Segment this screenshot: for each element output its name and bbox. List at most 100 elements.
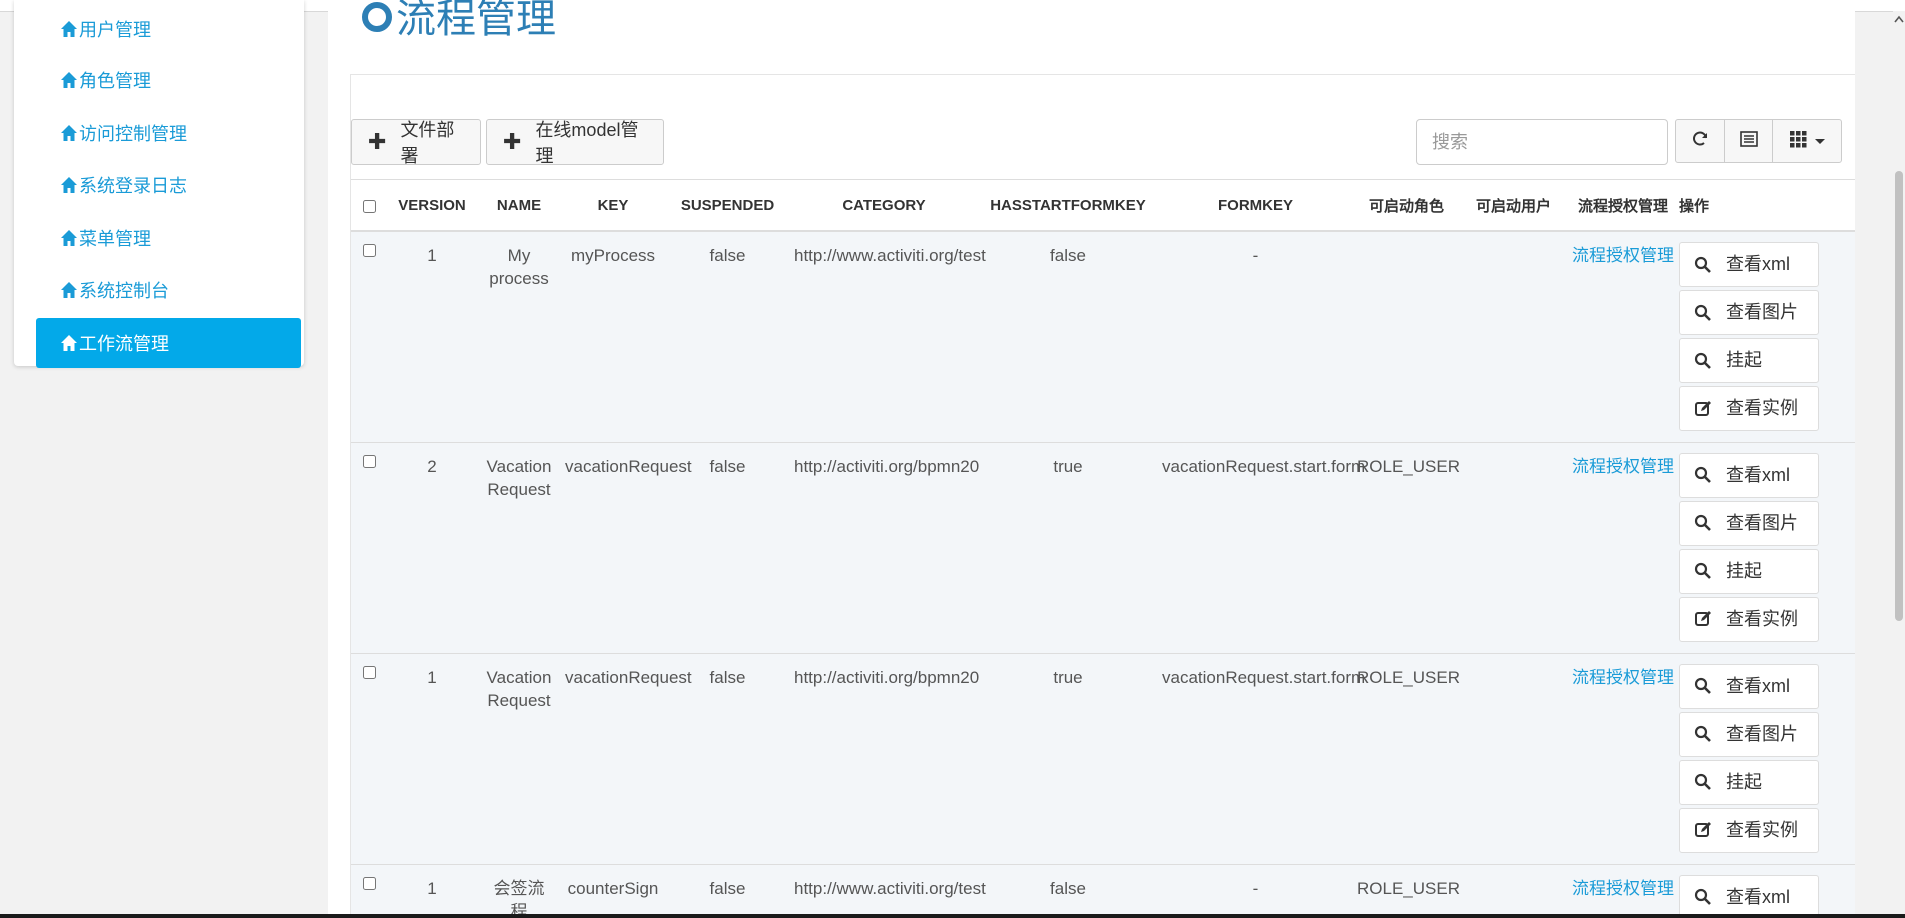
- home-icon: [60, 229, 78, 247]
- column-header-version[interactable]: VERSION: [387, 180, 477, 232]
- table-row: 1 会签流程 counterSign false http://www.acti…: [351, 863, 1855, 918]
- sidebar-item-access-control[interactable]: 访问控制管理: [36, 108, 301, 158]
- plus-icon: ✚: [503, 129, 522, 154]
- row-checkbox[interactable]: [362, 665, 376, 679]
- select-all-header: [351, 180, 387, 232]
- sidebar-item-label: 用户管理: [79, 20, 151, 40]
- cell-ops: 查看xml 查看图片 挂起 查看实例: [1679, 441, 1855, 653]
- view-diagram-button[interactable]: 查看图片: [1679, 500, 1819, 546]
- columns-dropdown-button[interactable]: [1772, 119, 1842, 163]
- home-icon: [60, 20, 78, 38]
- grid-icon: [1789, 130, 1807, 153]
- refresh-icon: [1691, 130, 1709, 153]
- refresh-circle-icon: [360, 0, 394, 44]
- suspend-button[interactable]: 挂起: [1679, 548, 1819, 594]
- column-header-start-roles[interactable]: 可启动角色: [1353, 180, 1460, 232]
- column-header-formkey[interactable]: FORMKEY: [1158, 180, 1353, 232]
- row-checkbox[interactable]: [362, 454, 376, 468]
- search-icon: [1694, 352, 1711, 369]
- column-header-key[interactable]: KEY: [561, 180, 665, 232]
- file-deploy-button[interactable]: ✚ 文件部署: [351, 119, 481, 166]
- cell-formkey: vacationRequest.start.form: [1158, 652, 1365, 864]
- cell-key: vacationRequest: [561, 652, 692, 864]
- table-header-row: VERSION NAME KEY SUSPENDED CATEGORY HASS…: [351, 180, 1855, 232]
- online-model-button[interactable]: ✚ 在线model管理: [486, 119, 664, 166]
- cell-start-users: [1460, 652, 1567, 864]
- select-all-checkbox[interactable]: [362, 199, 376, 213]
- cell-formkey: vacationRequest.start.form: [1158, 441, 1365, 653]
- auth-link[interactable]: 流程授权管理: [1567, 230, 1679, 442]
- view-diagram-button[interactable]: 查看图片: [1679, 290, 1819, 335]
- plus-icon: ✚: [368, 129, 387, 154]
- row-checkbox[interactable]: [362, 876, 376, 890]
- sidebar-item-workflow-management[interactable]: 工作流管理: [36, 318, 301, 368]
- cell-version: 1: [387, 230, 477, 442]
- sidebar-item-user-management[interactable]: 用户管理: [36, 4, 301, 54]
- caret-down-icon: [1815, 132, 1825, 150]
- sidebar-item-label: 角色管理: [79, 71, 151, 91]
- cell-category: http://activiti.org/bpmn20: [790, 652, 979, 864]
- sidebar-item-label: 系统登录日志: [79, 176, 187, 196]
- auth-link[interactable]: 流程授权管理: [1567, 652, 1679, 864]
- column-header-auth[interactable]: 流程授权管理: [1567, 180, 1679, 232]
- auth-link[interactable]: 流程授权管理: [1567, 863, 1679, 918]
- cell-category: http://www.activiti.org/test: [790, 863, 986, 918]
- home-icon: [60, 176, 78, 194]
- cell-formkey: -: [1158, 863, 1353, 918]
- search-icon: [1694, 888, 1711, 905]
- cell-start-roles: ROLE_USER: [1353, 441, 1460, 653]
- cell-hasstartformkey: true: [978, 441, 1158, 653]
- suspend-button[interactable]: 挂起: [1679, 759, 1819, 805]
- column-header-category[interactable]: CATEGORY: [790, 180, 978, 232]
- scroll-up-arrow-icon[interactable]: [1894, 12, 1904, 24]
- process-table: VERSION NAME KEY SUSPENDED CATEGORY HASS…: [351, 180, 1855, 918]
- sidebar-item-role-management[interactable]: 角色管理: [36, 55, 301, 105]
- view-xml-button[interactable]: 查看xml: [1679, 242, 1819, 287]
- view-xml-button[interactable]: 查看xml: [1679, 663, 1819, 709]
- cell-start-roles: [1353, 230, 1460, 442]
- sidebar: 用户管理 角色管理 访问控制管理 系统登录日志 菜单管理 系统控制台 工作流管理: [14, 0, 304, 368]
- cell-ops: 查看xml 查看图片 挂起 查看实例: [1679, 652, 1855, 864]
- cell-key: counterSign: [561, 863, 665, 918]
- view-instance-button[interactable]: 查看实例: [1679, 807, 1819, 853]
- column-header-start-users[interactable]: 可启动用户: [1460, 180, 1567, 232]
- view-xml-button[interactable]: 查看xml: [1679, 874, 1819, 918]
- cell-name: Vacation Request: [477, 652, 561, 864]
- cell-version: 1: [387, 863, 477, 918]
- search-icon: [1694, 514, 1711, 531]
- auth-link[interactable]: 流程授权管理: [1567, 441, 1679, 653]
- suspend-button[interactable]: 挂起: [1679, 338, 1819, 383]
- search-icon: [1694, 256, 1711, 273]
- row-checkbox[interactable]: [362, 244, 376, 257]
- view-instance-button[interactable]: 查看实例: [1679, 386, 1819, 431]
- cell-hasstartformkey: false: [978, 230, 1158, 442]
- sidebar-item-login-log[interactable]: 系统登录日志: [36, 160, 301, 210]
- main-content: 流程管理 ✚ 文件部署 ✚ 在线model管理 搜索 VERSION NAME …: [328, 0, 1855, 918]
- home-icon: [60, 124, 78, 142]
- cell-suspended: false: [665, 863, 790, 918]
- search-icon: [1694, 466, 1711, 483]
- cell-start-roles: ROLE_USER: [1353, 863, 1460, 918]
- search-icon: [1694, 562, 1711, 579]
- refresh-button[interactable]: [1675, 119, 1725, 163]
- cell-version: 1: [387, 652, 477, 864]
- scrollbar-thumb[interactable]: [1895, 171, 1903, 621]
- sidebar-item-menu-management[interactable]: 菜单管理: [36, 213, 301, 263]
- cell-version: 2: [387, 441, 477, 653]
- view-instance-button[interactable]: 查看实例: [1679, 596, 1819, 642]
- cell-hasstartformkey: true: [978, 652, 1158, 864]
- sidebar-item-system-console[interactable]: 系统控制台: [36, 265, 301, 315]
- view-xml-button[interactable]: 查看xml: [1679, 452, 1819, 498]
- home-icon: [60, 71, 78, 89]
- page-scrollbar[interactable]: [1893, 11, 1905, 914]
- process-table-panel: ✚ 文件部署 ✚ 在线model管理 搜索 VERSION NAME KEY S…: [350, 74, 1855, 918]
- toggle-view-button[interactable]: [1724, 119, 1773, 163]
- column-header-name[interactable]: NAME: [477, 180, 561, 232]
- search-input[interactable]: [1416, 119, 1668, 165]
- cell-start-roles: ROLE_USER: [1353, 652, 1460, 864]
- column-header-hasstartformkey[interactable]: HASSTARTFORMKEY: [978, 180, 1158, 232]
- cell-name: Vacation Request: [477, 441, 561, 653]
- view-diagram-button[interactable]: 查看图片: [1679, 711, 1819, 757]
- edit-icon: [1695, 400, 1711, 416]
- column-header-suspended[interactable]: SUSPENDED: [665, 180, 790, 232]
